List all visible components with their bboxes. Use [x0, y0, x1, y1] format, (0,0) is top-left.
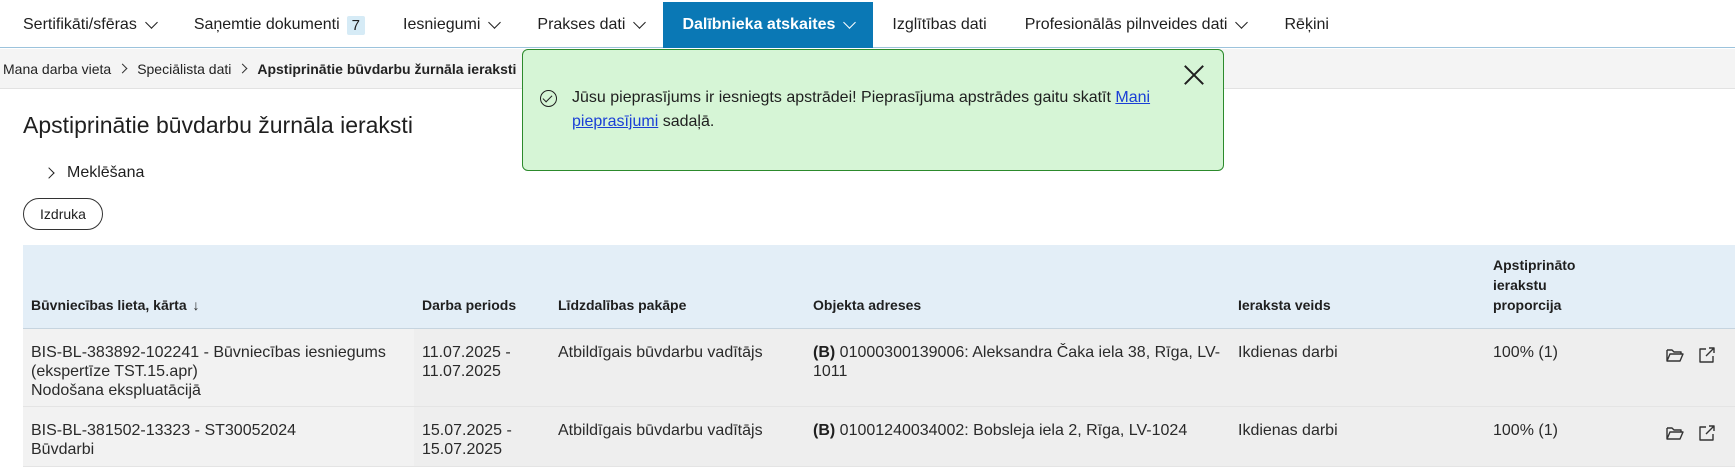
- cell-address: (B) 01000300139006: Aleksandra Čaka iela…: [813, 344, 1221, 380]
- cell-role: Atbildīgais būvdarbu vadītājs: [558, 422, 763, 439]
- nav-item-practice-data[interactable]: Prakses dati: [518, 2, 663, 48]
- cell-case: BIS-BL-383892-102241 - Būvniecības iesni…: [31, 344, 386, 399]
- nav-item-received-documents[interactable]: Saņemtie dokumenti 7: [175, 2, 384, 48]
- notification-text: Jūsu pieprasījums ir iesniegts apstrādei…: [572, 89, 1116, 106]
- nav-item-label: Prakses dati: [537, 16, 626, 33]
- external-link-icon[interactable]: [1698, 347, 1716, 363]
- column-header-ratio[interactable]: Apstiprināto ierakstu proporcija: [1493, 255, 1575, 315]
- nav-item-certificates[interactable]: Sertifikāti/sfēras: [4, 2, 175, 48]
- nav-item-label: Izglītības dati: [892, 16, 987, 33]
- nav-item-education-data[interactable]: Izglītības dati: [873, 2, 1005, 48]
- nav-item-participant-reports[interactable]: Dalībnieka atskaites: [663, 2, 874, 48]
- cell-type: Ikdienas darbi: [1238, 344, 1338, 361]
- nav-item-professional-development[interactable]: Profesionālās pilnveides dati: [1006, 2, 1266, 48]
- column-header-address[interactable]: Objekta adreses: [813, 295, 921, 315]
- chevron-down-icon: [144, 16, 158, 29]
- cell-period: 11.07.2025 - 11.07.2025: [422, 344, 511, 380]
- nav-item-label: Profesionālās pilnveides dati: [1024, 16, 1228, 33]
- table-row: BIS-BL-381502-13323 - ST30052024 Būvdarb…: [23, 407, 1735, 467]
- success-notification: Jūsu pieprasījums ir iesniegts apstrādei…: [522, 49, 1224, 171]
- nav-item-label: Saņemtie dokumenti: [193, 16, 340, 33]
- chevron-right-icon: [117, 63, 128, 74]
- column-header-case[interactable]: Būvniecības lieta, kārta ↓: [31, 295, 200, 315]
- chevron-down-icon: [843, 16, 857, 29]
- nav-item-applications[interactable]: Iesniegumi: [384, 2, 518, 48]
- nav-item-label: Dalībnieka atskaites: [682, 16, 836, 33]
- cell-case: BIS-BL-381502-13323 - ST30052024 Būvdarb…: [31, 422, 297, 458]
- chevron-down-icon: [488, 16, 502, 29]
- count-badge: 7: [346, 15, 366, 35]
- cell-type: Ikdienas darbi: [1238, 422, 1338, 439]
- print-button[interactable]: Izdruka: [23, 198, 103, 230]
- breadcrumb-item-specialist-data[interactable]: Speciālista dati: [137, 61, 231, 77]
- search-toggle-label: Meklēšana: [67, 164, 145, 181]
- table-row: BIS-BL-383892-102241 - Būvniecības iesni…: [23, 329, 1735, 407]
- folder-open-icon[interactable]: [1666, 347, 1684, 363]
- chevron-right-icon: [43, 167, 55, 179]
- records-table: Būvniecības lieta, kārta ↓ Darba periods…: [23, 245, 1735, 467]
- nav-item-invoices[interactable]: Rēķini: [1265, 2, 1347, 48]
- chevron-down-icon: [633, 16, 647, 29]
- sort-arrow-icon: ↓: [192, 297, 200, 313]
- column-header-period[interactable]: Darba periods: [422, 295, 516, 315]
- cell-ratio: 100% (1): [1493, 344, 1558, 361]
- column-header-role[interactable]: Līdzdalības pakāpe: [558, 295, 686, 315]
- nav-item-label: Sertifikāti/sfēras: [23, 16, 137, 33]
- search-toggle[interactable]: Meklēšana: [43, 164, 145, 182]
- breadcrumb-item-current: Apstiprinātie būvdarbu žurnāla ieraksti: [257, 60, 517, 77]
- breadcrumb-item-workplace[interactable]: Mana darba vieta: [3, 61, 111, 77]
- folder-open-icon[interactable]: [1666, 425, 1684, 441]
- close-icon[interactable]: [1183, 64, 1205, 86]
- page-title: Apstiprinātie būvdarbu žurnāla ieraksti: [23, 112, 413, 138]
- column-header-type[interactable]: Ieraksta veids: [1238, 295, 1331, 315]
- cell-period: 15.07.2025 - 15.07.2025: [422, 422, 512, 458]
- notification-message: Jūsu pieprasījums ir iesniegts apstrādei…: [572, 86, 1172, 134]
- check-circle-icon: [540, 90, 557, 107]
- chevron-down-icon: [1235, 16, 1249, 29]
- cell-address: (B) 01001240034002: Bobsleja iela 2, Rīg…: [813, 422, 1188, 439]
- top-navigation: Sertifikāti/sfēras Saņemtie dokumenti 7 …: [0, 0, 1735, 48]
- nav-item-label: Rēķini: [1284, 16, 1329, 33]
- external-link-icon[interactable]: [1698, 425, 1716, 441]
- cell-role: Atbildīgais būvdarbu vadītājs: [558, 344, 763, 361]
- notification-text-end: sadaļā.: [658, 113, 715, 130]
- chevron-right-icon: [237, 63, 248, 74]
- table-header: Būvniecības lieta, kārta ↓ Darba periods…: [23, 245, 1735, 329]
- cell-ratio: 100% (1): [1493, 422, 1558, 439]
- nav-item-label: Iesniegumi: [403, 16, 481, 33]
